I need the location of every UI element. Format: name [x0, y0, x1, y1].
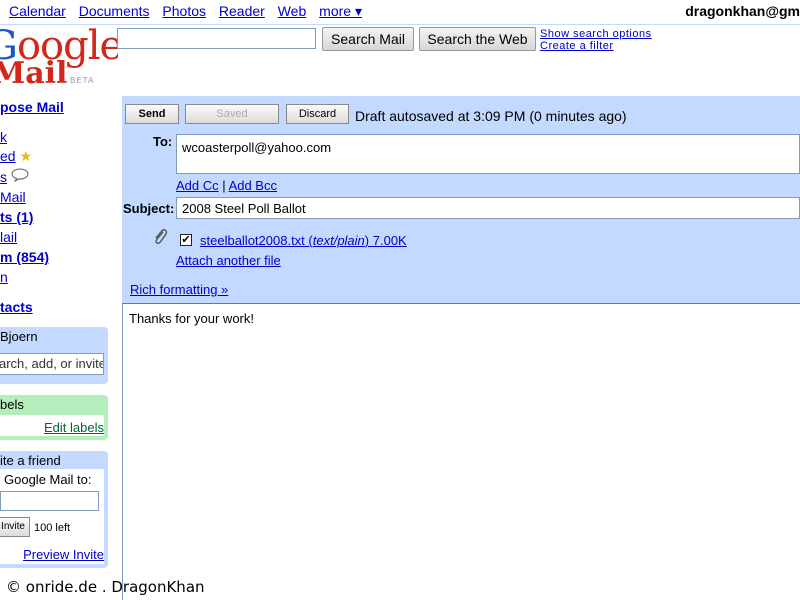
edit-labels-link[interactable]: Edit labels — [44, 420, 104, 435]
chat-search-input[interactable]: arch, add, or invite — [0, 353, 104, 375]
chat-box: Bjoern arch, add, or invite — [0, 327, 108, 384]
labels-box: bels Edit labels — [0, 395, 108, 440]
nav-more[interactable]: more ▾ — [319, 3, 362, 19]
to-label: To: — [153, 134, 173, 149]
nav-documents[interactable]: Documents — [79, 3, 150, 19]
sidebar-item-spam[interactable]: m (854) — [0, 249, 49, 265]
invite-box: ite a friend Google Mail to: Invite 100 … — [0, 451, 108, 568]
invite-button[interactable]: Invite — [0, 517, 30, 537]
add-cc-link[interactable]: Add Cc — [176, 178, 219, 193]
subject-field[interactable]: 2008 Steel Poll Ballot — [176, 197, 800, 219]
sidebar-item-contacts[interactable]: tacts — [0, 299, 33, 315]
sidebar-item-inbox[interactable]: k — [0, 129, 7, 145]
show-search-options-link[interactable]: Show search options — [540, 28, 652, 40]
add-bcc-link[interactable]: Add Bcc — [229, 178, 277, 193]
invites-left-count: 100 left — [34, 522, 71, 534]
invite-email-input[interactable] — [0, 491, 99, 511]
attachment-type: text/plain — [312, 233, 365, 248]
invite-text: Google Mail to: — [4, 472, 92, 487]
sidebar-item-trash[interactable]: n — [0, 269, 8, 285]
chat-bubble-icon — [11, 168, 29, 185]
attachment-link[interactable]: steelballot2008.txt (text/plain) 7.00K — [200, 233, 407, 248]
compose-mail-link[interactable]: pose Mail — [0, 99, 64, 115]
search-mail-button[interactable]: Search Mail — [322, 27, 414, 51]
nav-photos[interactable]: Photos — [162, 3, 206, 19]
sidebar-item-chats-row: s — [0, 168, 29, 185]
rich-formatting-link[interactable]: Rich formatting » — [130, 282, 228, 297]
copyright-watermark: © onride.de . DragonKhan — [6, 578, 205, 596]
logo-beta: BETA — [70, 76, 95, 85]
chat-header: Bjoern — [0, 329, 38, 344]
sidebar-item-starred-row: ed ★ — [0, 148, 32, 165]
message-body-editor[interactable] — [122, 303, 800, 600]
sidebar-item-sent[interactable]: Mail — [0, 189, 26, 205]
attachment-size: 7.00K — [372, 233, 407, 248]
create-filter-link[interactable]: Create a filter — [540, 40, 614, 52]
cc-bcc-links: Add Cc | Add Bcc — [176, 178, 277, 193]
message-body-text: Thanks for your work! — [129, 311, 254, 326]
top-nav: Calendar Documents Photos Reader Web mor… — [9, 3, 371, 20]
subject-label: Subject: — [123, 201, 175, 216]
search-web-button[interactable]: Search the Web — [419, 27, 536, 51]
labels-header: bels — [0, 397, 24, 412]
nav-calendar[interactable]: Calendar — [9, 3, 66, 19]
nav-reader[interactable]: Reader — [219, 3, 265, 19]
cc-separator: | — [222, 178, 226, 193]
search-input[interactable] — [117, 28, 316, 49]
logo-mail-word: Mail — [0, 56, 68, 91]
sidebar-item-starred[interactable]: ed — [0, 148, 16, 164]
gmail-logo[interactable]: Google Mail BETA — [0, 22, 118, 92]
preview-invite-link[interactable]: Preview Invite — [23, 547, 104, 562]
sidebar-item-all-mail[interactable]: lail — [0, 229, 17, 245]
discard-button[interactable]: Discard — [286, 104, 349, 124]
sidebar-item-chats[interactable]: s — [0, 169, 7, 185]
nav-web[interactable]: Web — [278, 3, 307, 19]
attachment-name: steelballot2008.txt — [200, 233, 305, 248]
to-field[interactable]: wcoasterpoll@yahoo.com — [176, 134, 800, 174]
labels-inner: Edit labels — [0, 415, 104, 436]
paperclip-icon — [152, 228, 168, 249]
send-button[interactable]: Send — [125, 104, 179, 124]
attach-another-file-link[interactable]: Attach another file — [176, 253, 281, 268]
autosave-status: Draft autosaved at 3:09 PM (0 minutes ag… — [355, 108, 627, 124]
logo-mail-text: Mail — [0, 54, 67, 92]
star-icon: ★ — [19, 148, 33, 164]
top-divider — [0, 24, 800, 25]
attachment-checkbox[interactable]: ✔ — [180, 234, 192, 246]
sidebar-item-drafts[interactable]: ts (1) — [0, 209, 33, 225]
invite-header: ite a friend — [0, 453, 61, 468]
saved-button: Saved — [185, 104, 279, 124]
invite-inner: Google Mail to: Invite 100 left Preview … — [0, 469, 104, 564]
user-email: dragonkhan@gm — [685, 3, 800, 19]
